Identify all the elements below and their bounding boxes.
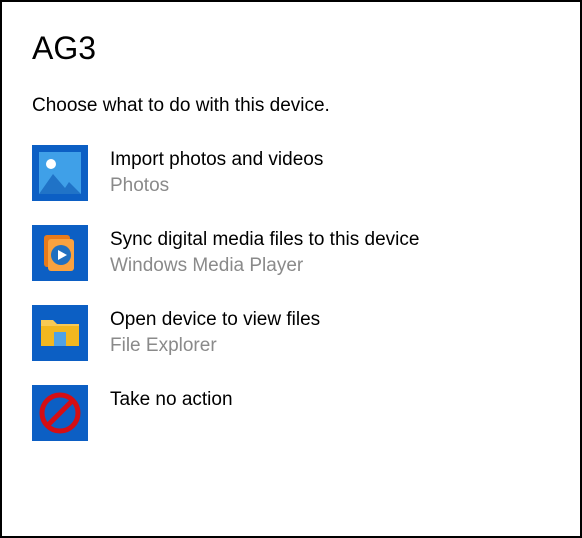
option-text: Import photos and videos Photos (110, 145, 323, 198)
option-file-explorer[interactable]: Open device to view files File Explorer (32, 305, 550, 361)
option-text: Take no action (110, 385, 233, 413)
autoplay-dialog: AG3 Choose what to do with this device. … (0, 0, 582, 538)
file-explorer-icon (32, 305, 88, 361)
photos-icon (32, 145, 88, 201)
option-import-photos[interactable]: Import photos and videos Photos (32, 145, 550, 201)
options-list: Import photos and videos Photos Sync dig… (32, 145, 550, 441)
option-text: Sync digital media files to this device … (110, 225, 419, 278)
option-subtitle: Windows Media Player (110, 253, 419, 279)
option-title: Import photos and videos (110, 147, 323, 173)
media-player-icon (32, 225, 88, 281)
option-title: Take no action (110, 387, 233, 413)
dialog-subtitle: Choose what to do with this device. (32, 95, 550, 117)
option-sync-media[interactable]: Sync digital media files to this device … (32, 225, 550, 281)
option-subtitle: File Explorer (110, 333, 320, 359)
option-title: Sync digital media files to this device (110, 227, 419, 253)
device-title: AG3 (32, 30, 550, 67)
option-text: Open device to view files File Explorer (110, 305, 320, 358)
no-action-icon (32, 385, 88, 441)
option-subtitle: Photos (110, 173, 323, 199)
option-no-action[interactable]: Take no action (32, 385, 550, 441)
option-title: Open device to view files (110, 307, 320, 333)
